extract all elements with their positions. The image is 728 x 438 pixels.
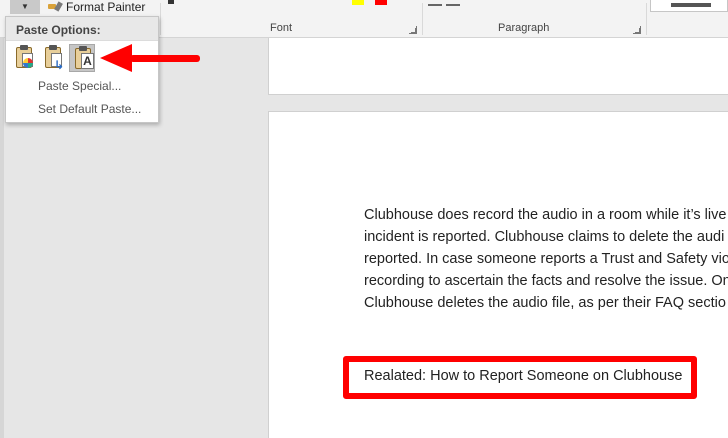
paintbrush-icon xyxy=(48,2,62,12)
body-paragraph: Clubhouse does record the audio in a roo… xyxy=(364,204,728,314)
format-painter-button[interactable]: Format Painter xyxy=(48,0,145,14)
styles-gallery[interactable] xyxy=(650,0,728,12)
brush-formatting-icon xyxy=(23,58,33,68)
paragraph-group-label: Paragraph xyxy=(498,22,550,34)
word-window: ▼ Format Painter Font Paragraph Clubhous… xyxy=(0,0,728,438)
paste-options-header: Paste Options: xyxy=(6,17,158,41)
ribbon-divider xyxy=(422,3,423,35)
paste-options-menu: Paste Options: ↳ A Paste Special... Set … xyxy=(5,16,159,123)
paragraph-line: Clubhouse does record the audio in a roo… xyxy=(364,207,727,223)
ribbon-divider xyxy=(646,3,647,35)
set-default-paste-item[interactable]: Set Default Paste... xyxy=(38,102,141,116)
paste-dropdown-button[interactable]: ▼ xyxy=(10,0,40,14)
format-painter-label: Format Painter xyxy=(66,0,146,14)
clipboard-clip-icon xyxy=(79,46,87,51)
clipboard-clip-icon xyxy=(49,45,57,50)
paragraph-line: reported. In case someone reports a Trus… xyxy=(364,251,728,267)
document-margin xyxy=(0,38,4,438)
font-group-label: Font xyxy=(270,22,293,34)
keep-text-only-button[interactable]: A xyxy=(69,44,95,72)
annotation-arrow-icon xyxy=(100,44,132,72)
paste-special-item[interactable]: Paste Special... xyxy=(38,79,121,93)
paste-options-title: Paste Options: xyxy=(16,23,101,37)
clipboard-clip-icon xyxy=(20,45,28,50)
align-left-button[interactable] xyxy=(428,0,442,6)
keep-source-formatting-button[interactable] xyxy=(11,44,37,72)
paragraph-line: recording to ascertain the facts and res… xyxy=(364,273,728,289)
highlight-color-button[interactable] xyxy=(352,0,364,5)
chevron-down-icon: ▼ xyxy=(21,2,29,11)
paragraph-line: incident is reported. Clubhouse claims t… xyxy=(364,229,725,245)
ribbon-divider xyxy=(160,3,161,35)
annotation-arrow-shaft xyxy=(130,55,200,62)
align-center-button[interactable] xyxy=(446,0,460,6)
font-dialog-launcher-icon[interactable] xyxy=(409,26,417,34)
bold-button[interactable] xyxy=(168,0,174,4)
font-color-button[interactable] xyxy=(375,0,387,5)
highlight-annotation-box xyxy=(343,356,697,399)
merge-arrow-icon: ↳ xyxy=(54,58,65,72)
text-a-icon: A xyxy=(81,53,94,69)
paragraph-line: Clubhouse deletes the audio file, as per… xyxy=(364,295,726,311)
paragraph-dialog-launcher-icon[interactable] xyxy=(633,26,641,34)
merge-formatting-button[interactable]: ↳ xyxy=(40,44,66,72)
previous-page xyxy=(268,38,728,95)
